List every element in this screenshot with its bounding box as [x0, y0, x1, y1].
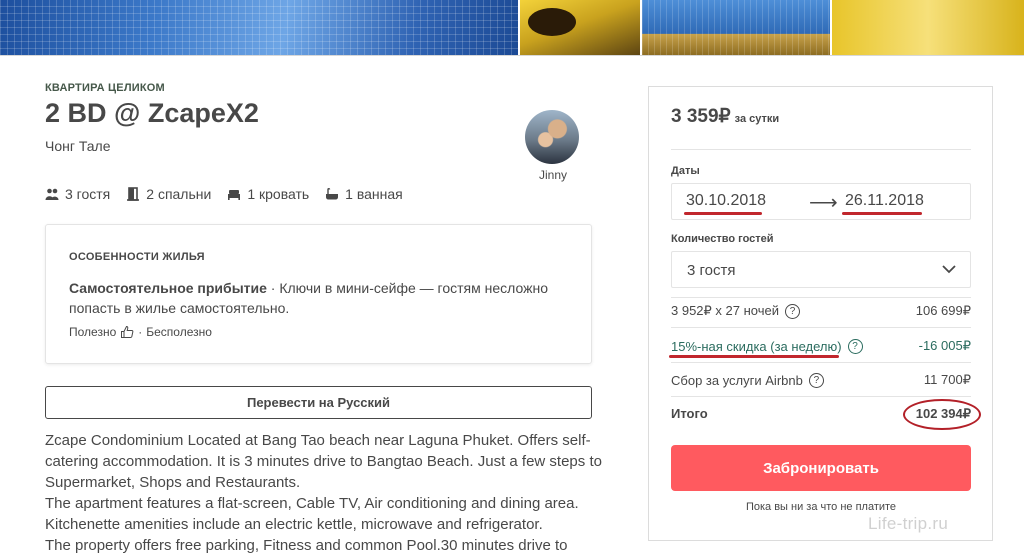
booking-card: 3 359₽ за сутки Даты 30.10.2018 ⟶ 26.11.… — [648, 86, 993, 541]
bed-icon — [228, 190, 241, 200]
service-fee-row: Сбор за услуги Airbnb? 11 700₽ — [671, 372, 971, 388]
highlight-title: Самостоятельное прибытие — [69, 280, 267, 296]
listing-photo-strip[interactable] — [0, 0, 1024, 56]
no-charge-note: Пока вы ни за что не платите — [745, 501, 897, 513]
guests-select[interactable]: 3 гостя — [671, 251, 971, 288]
listing-location[interactable]: Чонг Тале — [45, 138, 111, 154]
amenity-bedrooms: 2 спальни — [126, 186, 211, 202]
listing-title: 2 BD @ ZcapeX2 — [45, 98, 259, 128]
feedback-separator: · — [138, 325, 143, 339]
discount-value: -16 005₽ — [918, 338, 971, 353]
service-fee-label: Сбор за услуги Airbnb — [671, 372, 803, 388]
listing-type: КВАРТИРА ЦЕЛИКОМ — [45, 82, 165, 94]
listing-description: Zcape Condominium Located at Bang Tao be… — [45, 430, 605, 555]
amenities-summary: 3 гостя 2 спальни 1 кровать 1 ванная — [45, 186, 419, 202]
host-profile[interactable]: Jinny — [525, 110, 581, 182]
divider — [671, 327, 971, 328]
price-value: 3 359₽ — [671, 106, 731, 127]
amenity-beds-label: 1 кровать — [247, 186, 310, 202]
total-label: Итого — [671, 406, 708, 421]
nights-label: 3 952₽ x 27 ночей — [671, 303, 779, 318]
description-paragraph: The apartment features a flat-screen, Ca… — [45, 495, 579, 533]
annotation-underline — [684, 212, 762, 215]
divider — [671, 396, 971, 397]
home-highlights-card: ОСОБЕННОСТИ ЖИЛЬЯ Самостоятельное прибыт… — [45, 224, 592, 364]
lobby-photo[interactable] — [520, 0, 640, 55]
divider — [671, 362, 971, 363]
service-fee-value: 11 700₽ — [923, 372, 971, 387]
nightly-price: 3 359₽ за сутки — [671, 105, 779, 128]
divider — [671, 297, 971, 298]
checkin-date[interactable]: 30.10.2018 — [686, 192, 766, 210]
amenity-guests-label: 3 гостя — [65, 186, 111, 202]
bathtub-icon — [326, 188, 339, 200]
question-icon[interactable]: ? — [808, 372, 824, 388]
annotation-underline — [842, 212, 922, 215]
nights-total: 106 699₽ — [915, 303, 971, 318]
checkout-date[interactable]: 26.11.2018 — [845, 192, 924, 210]
amenity-baths-label: 1 ванная — [345, 186, 403, 202]
pool-photo[interactable] — [0, 0, 518, 55]
highlight-text: Самостоятельное прибытие · Ключи в мини-… — [69, 278, 569, 318]
highlight-separator: · — [266, 280, 280, 296]
pool-area-photo[interactable] — [642, 0, 830, 55]
question-icon[interactable]: ? — [847, 338, 863, 354]
date-range-picker[interactable]: 30.10.2018 ⟶ 26.11.2018 — [671, 183, 971, 220]
interior-photo[interactable] — [832, 0, 1024, 55]
chevron-down-icon — [942, 265, 956, 274]
host-avatar[interactable] — [525, 110, 579, 164]
dates-label: Даты — [671, 165, 700, 177]
amenity-bedrooms-label: 2 спальни — [146, 186, 212, 202]
amenity-guests: 3 гостя — [45, 186, 110, 202]
highlights-heading: ОСОБЕННОСТИ ЖИЛЬЯ — [69, 251, 205, 263]
bedroom-icon — [127, 187, 140, 201]
helpful-link[interactable]: Полезно — [69, 325, 116, 339]
description-paragraph: Zcape Condominium Located at Bang Tao be… — [45, 432, 602, 491]
question-icon[interactable]: ? — [785, 303, 800, 319]
watermark: Life-trip.ru — [868, 514, 949, 533]
arrow-right-icon: ⟶ — [809, 192, 838, 214]
host-name: Jinny — [538, 168, 567, 182]
translate-button[interactable]: Перевести на Русский — [45, 386, 592, 419]
feedback-row: Полезно · Бесполезно — [69, 325, 212, 339]
nights-row: 3 952₽ x 27 ночей? 106 699₽ — [671, 303, 971, 319]
thumbs-up-icon[interactable] — [120, 325, 134, 339]
not-helpful-link[interactable]: Бесполезно — [146, 325, 212, 339]
book-button[interactable]: Забронировать — [671, 445, 971, 491]
annotation-underline — [669, 355, 839, 358]
guests-icon — [45, 188, 59, 200]
description-paragraph: The property offers free parking, Fitnes… — [45, 537, 568, 554]
guests-label: Количество гостей — [671, 233, 774, 245]
discount-row: 15%-ная скидка (за неделю)? -16 005₽ — [671, 338, 971, 354]
price-unit: за сутки — [734, 113, 780, 125]
guests-value: 3 гостя — [687, 262, 736, 279]
divider — [671, 149, 971, 150]
amenity-beds: 1 кровать — [227, 186, 309, 202]
annotation-circle — [903, 399, 981, 430]
discount-label: 15%-ная скидка (за неделю) — [671, 338, 842, 354]
amenity-baths: 1 ванная — [325, 186, 403, 202]
